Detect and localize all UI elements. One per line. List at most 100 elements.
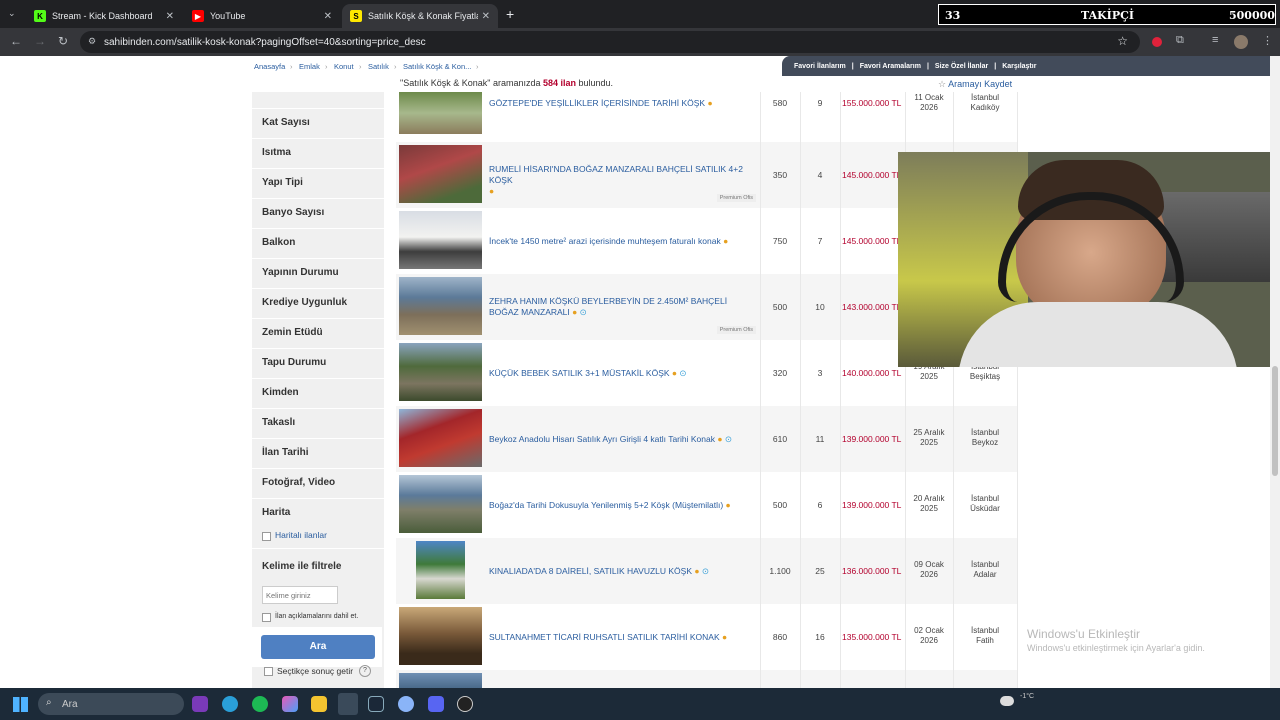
forward-icon[interactable]: → <box>34 34 46 48</box>
tab-kick[interactable]: K Stream - Kick Dashboard ✕ <box>26 4 182 28</box>
listing-thumbnail[interactable] <box>399 475 482 533</box>
chrome-icon[interactable] <box>338 693 358 715</box>
fav-listings-link[interactable]: Favori İlanlarım <box>794 63 846 70</box>
filter-map[interactable]: Harita <box>262 507 290 518</box>
tab-youtube[interactable]: ▶ YouTube ✕ <box>184 4 340 28</box>
filter-bathrooms[interactable]: Banyo Sayısı <box>262 207 324 218</box>
listing-thumbnail[interactable] <box>399 673 482 688</box>
close-icon[interactable]: ✕ <box>482 11 490 22</box>
avatar[interactable] <box>1234 35 1248 49</box>
table-row[interactable]: Beykoz Anadolu Hisarı Satılık Ayrı Giriş… <box>396 406 1018 472</box>
listing-title[interactable]: Beykoz Anadolu Hisarı Satılık Ayrı Giriş… <box>489 434 732 445</box>
compare-link[interactable]: Karşılaştır <box>1002 63 1036 70</box>
special-listings-link[interactable]: Size Özel İlanlar <box>935 63 988 70</box>
auto-search-checkbox[interactable] <box>264 667 273 676</box>
crumb-sep: › <box>325 62 328 71</box>
tray-icons[interactable] <box>1110 698 1230 710</box>
divider <box>252 348 384 349</box>
edge-icon[interactable] <box>222 696 238 712</box>
follower-goal: 500000 <box>1229 9 1275 22</box>
crumb-category[interactable]: Satılık Köşk & Kon... <box>403 62 471 71</box>
table-row[interactable]: SULTANAHMET TİCARİ RUHSATLI SATILIK TARİ… <box>396 604 1018 670</box>
puzzle-icon[interactable]: ⧉ <box>1176 34 1184 47</box>
listing-thumbnail[interactable] <box>399 145 482 203</box>
bookmark-star-icon[interactable]: ☆ <box>1117 34 1128 48</box>
listing-m2: 320 <box>772 368 788 378</box>
obs-icon[interactable] <box>457 696 473 712</box>
filter-from-whom[interactable]: Kimden <box>262 387 299 398</box>
search-button[interactable]: Ara <box>261 635 375 659</box>
listing-title[interactable]: RUMELİ HİSARI'NDA BOĞAZ MANZARALI BAHÇEL… <box>489 164 759 197</box>
listing-title[interactable]: GÖZTEPE'DE YEŞİLLİKLER İÇERİSİNDE TARİHİ… <box>489 98 713 109</box>
file-explorer-icon[interactable] <box>311 696 327 712</box>
fav-searches-link[interactable]: Favori Aramalarım <box>860 63 921 70</box>
crumb-home[interactable]: Anasayfa <box>254 62 285 71</box>
listing-title[interactable]: KINALIADA'DA 8 DAİRELİ, SATILIK HAVUZLU … <box>489 566 709 577</box>
result-query: "Satılık Köşk & Konak" <box>400 78 491 88</box>
filter-hidden-top[interactable] <box>262 88 265 99</box>
table-row[interactable]: GÖZTEPE'DE YEŞİLLİKLER İÇERİSİNDE TARİHİ… <box>396 88 1018 138</box>
back-icon[interactable]: ← <box>10 34 22 48</box>
listing-rooms: 25 <box>815 566 825 576</box>
reading-list-icon[interactable]: ≡ <box>1212 34 1218 46</box>
crumb-konut[interactable]: Konut <box>334 62 354 71</box>
crumb-emlak[interactable]: Emlak <box>299 62 320 71</box>
listing-thumbnail[interactable] <box>399 211 482 269</box>
site-info-icon[interactable]: ⚙ <box>88 36 96 47</box>
new-tab-button[interactable]: + <box>506 6 514 22</box>
filter-swap[interactable]: Takaslı <box>262 417 295 428</box>
listing-title[interactable]: İncek'te 1450 metre² arazi içerisinde mu… <box>489 236 728 247</box>
listing-price: 136.000.000 TL <box>842 566 902 576</box>
extension-icon[interactable] <box>1152 37 1162 47</box>
filter-heating[interactable]: Isıtma <box>262 147 291 158</box>
tab-sahibinden[interactable]: S Satılık Köşk & Konak Fiyatları s... ✕ <box>342 4 498 28</box>
listing-thumbnail[interactable] <box>399 343 482 401</box>
map-listings-checkbox[interactable] <box>262 532 271 541</box>
app-icon-blue[interactable] <box>398 696 414 712</box>
tab-search-icon[interactable]: ⌄ <box>8 8 16 19</box>
page-scrollbar[interactable] <box>1270 56 1280 688</box>
spotify-icon[interactable] <box>252 696 268 712</box>
listing-location: İstanbul Üsküdar <box>970 494 1000 513</box>
filter-credit[interactable]: Krediye Uygunluk <box>262 297 347 308</box>
steam-icon[interactable] <box>368 696 384 712</box>
listing-title[interactable]: ZEHRA HANIM KÖŞKÜ BEYLERBEYİN DE 2.450M²… <box>489 296 749 318</box>
app-icon-purple[interactable] <box>192 696 208 712</box>
menu-icon[interactable]: ⋮ <box>1262 34 1273 47</box>
listing-title[interactable]: KÜÇÜK BEBEK SATILIK 3+1 MÜSTAKİL KÖŞK ● … <box>489 368 687 379</box>
filter-photo-video[interactable]: Fotoğraf, Video <box>262 477 335 488</box>
table-row[interactable]: Boğaz'da Tarihi Dokusuyla Yenilenmiş 5+2… <box>396 472 1018 538</box>
filter-building-type[interactable]: Yapı Tipi <box>262 177 303 188</box>
table-row[interactable] <box>396 670 1018 688</box>
taskbar-search[interactable]: ⌕ Ara <box>38 693 184 715</box>
listing-title[interactable]: Boğaz'da Tarihi Dokusuyla Yenilenmiş 5+2… <box>489 500 731 511</box>
table-row[interactable]: KINALIADA'DA 8 DAİRELİ, SATILIK HAVUZLU … <box>396 538 1018 604</box>
filter-deed[interactable]: Tapu Durumu <box>262 357 326 368</box>
listing-location: İstanbul Adalar <box>970 560 1000 579</box>
reload-icon[interactable]: ↻ <box>58 34 68 48</box>
filter-balcony[interactable]: Balkon <box>262 237 295 248</box>
filter-soil-survey[interactable]: Zemin Etüdü <box>262 327 323 338</box>
help-icon[interactable]: ? <box>359 665 371 677</box>
close-icon[interactable]: ✕ <box>166 11 174 22</box>
listing-thumbnail[interactable] <box>399 607 482 665</box>
crumb-satilik[interactable]: Satılık <box>368 62 389 71</box>
filter-building-condition[interactable]: Yapının Durumu <box>262 267 339 278</box>
map-listings-label[interactable]: Haritalı ilanlar <box>275 530 327 540</box>
listing-title[interactable]: SULTANAHMET TİCARİ RUHSATLI SATILIK TARİ… <box>489 632 727 643</box>
filter-listing-date[interactable]: İlan Tarihi <box>262 447 309 458</box>
keyword-input[interactable] <box>262 586 338 604</box>
windows-start-icon[interactable] <box>13 697 28 712</box>
address-bar[interactable]: ⚙ sahibinden.com/satilik-kosk-konak?pagi… <box>80 31 1140 53</box>
filter-floor-count[interactable]: Kat Sayısı <box>262 117 310 128</box>
copilot-icon[interactable] <box>282 696 298 712</box>
discord-icon[interactable] <box>428 696 444 712</box>
listing-rooms: 3 <box>817 368 823 378</box>
scrollbar-thumb[interactable] <box>1272 366 1278 476</box>
listing-thumbnail[interactable] <box>416 541 465 599</box>
close-icon[interactable]: ✕ <box>324 11 332 22</box>
listing-thumbnail[interactable] <box>399 409 482 467</box>
listing-thumbnail[interactable] <box>399 92 482 134</box>
listing-thumbnail[interactable] <box>399 277 482 335</box>
include-desc-checkbox[interactable] <box>262 613 271 622</box>
